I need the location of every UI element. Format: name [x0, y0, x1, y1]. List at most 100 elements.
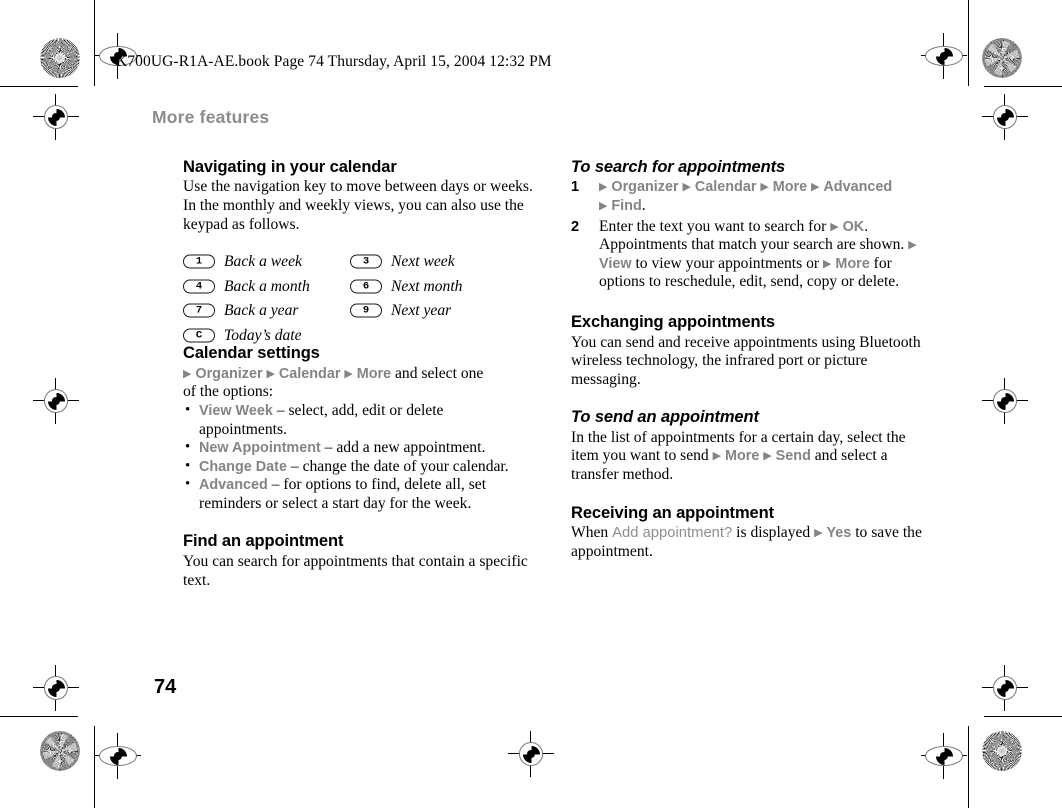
arrow-icon: ▶ [344, 367, 353, 380]
print-burst-target-bottom-left [40, 731, 80, 771]
arrow-icon: ▶ [712, 450, 722, 463]
registration-mark-bottom-left-lower [95, 733, 141, 779]
crosshair-dot [52, 397, 60, 405]
crosshair-dot [1001, 397, 1009, 405]
keypad-entry: C Today’s date [183, 327, 350, 345]
key-label: Next month [391, 277, 463, 295]
burst-core [997, 746, 1007, 756]
heading-exchanging-appointments: Exchanging appointments [571, 313, 775, 332]
menu-ref-yes: Yes [826, 525, 852, 541]
step-number: 2 [571, 218, 580, 235]
key-label: Today’s date [224, 326, 302, 344]
paragraph-to-send-appointment: In the list of appointments for a certai… [571, 429, 923, 485]
print-burst-target-bottom-right [982, 731, 1022, 771]
paragraph-navigating-calendar: Use the navigation key to move between d… [183, 178, 533, 233]
table-row: C Today’s date [183, 324, 535, 349]
key-icon-3: 3 [350, 254, 382, 269]
crosshair-dot [1001, 113, 1009, 121]
step-text-c: to view your appointments or [631, 254, 823, 272]
menu-ref-view-week: View Week [199, 402, 273, 419]
arrow-icon: ▶ [682, 181, 691, 194]
option-description: – add a new appointment. [320, 439, 486, 457]
key-icon-c: C [183, 328, 215, 343]
menu-ref-find: Find [611, 198, 642, 215]
arrow-icon: ▶ [599, 200, 608, 213]
list-item: Advanced – for options to find, delete a… [183, 475, 535, 513]
arrow-icon: ▶ [908, 239, 917, 252]
key-icon-7: 7 [183, 303, 215, 318]
menu-ref-organizer: Organizer [611, 179, 679, 196]
paragraph-exchanging-appointments: You can send and receive appointments us… [571, 333, 921, 388]
device-prompt-add-appointment: Add appointment? [612, 525, 733, 541]
registration-mark-right-middle [982, 378, 1028, 424]
step-trailing-punctuation: . [641, 197, 646, 215]
menu-ref-advanced: Advanced [199, 477, 268, 494]
trim-line-right-bottom [968, 726, 970, 808]
left-column: Navigating in your calendar Use the navi… [183, 158, 535, 590]
registration-mark-bottom-right-lower [921, 733, 967, 779]
keypad-shortcut-table: 1 Back a week 3 Next week 4 Back a month… [183, 250, 535, 348]
heading-find-appointment: Find an appointment [183, 532, 344, 551]
registration-mark-right-lower [982, 665, 1028, 711]
crosshair-dot [940, 52, 948, 60]
crosshair-dot [114, 752, 122, 760]
table-row: 4 Back a month 6 Next month [183, 275, 535, 300]
trim-line-bottom-left [0, 716, 78, 718]
print-burst-target-top-left [40, 38, 80, 78]
crosshair-dot [1001, 684, 1009, 692]
list-item: 1 ▶ Organizer ▶ Calendar ▶ More ▶ Advanc… [571, 178, 923, 215]
arrow-icon: ▶ [814, 527, 823, 539]
key-label: Back a month [224, 277, 310, 295]
key-label: Next year [391, 302, 452, 320]
paragraph-find-appointment: You can search for appointments that con… [183, 552, 528, 589]
running-header: K700UG-R1A-AE.book Page 74 Thursday, Apr… [116, 53, 552, 70]
page-number: 74 [154, 676, 177, 698]
table-row: 7 Back a year 9 Next year [183, 299, 535, 324]
arrow-icon: ▶ [599, 181, 608, 194]
registration-mark-bottom-center [508, 731, 554, 777]
registration-mark-left-lower [33, 665, 79, 711]
crosshair-dot [52, 113, 60, 121]
keypad-entry: 9 Next year [350, 302, 535, 320]
chapter-title: More features [152, 107, 270, 127]
step-number: 1 [571, 179, 580, 196]
registration-mark-left-upper [33, 94, 79, 140]
burst-core [43, 734, 77, 768]
path-tail-text: and select one [391, 364, 484, 382]
menu-ref-calendar: Calendar [278, 365, 341, 382]
key-label: Back a year [224, 302, 299, 320]
registration-mark-left-middle [33, 378, 79, 424]
key-icon-9: 9 [350, 303, 382, 318]
heading-to-send-appointment: To send an appointment [571, 408, 759, 427]
registration-mark-top-right-upper [921, 33, 967, 79]
menu-ref-more: More [772, 179, 808, 196]
menu-ref-ok: OK [842, 218, 865, 235]
menu-ref-change-date: Change Date [199, 458, 287, 475]
keypad-entry: 3 Next week [350, 253, 535, 271]
arrow-icon: ▶ [763, 450, 772, 463]
menu-ref-send: Send [775, 448, 811, 465]
menu-ref-advanced: Advanced [823, 179, 893, 196]
trim-line-bottom-right [984, 716, 1062, 718]
arrow-icon: ▶ [822, 257, 832, 270]
arrow-icon: ▶ [183, 367, 192, 380]
crosshair-dot [527, 750, 535, 758]
list-item: New Appointment – add a new appointment. [183, 438, 535, 458]
heading-navigating-calendar: Navigating in your calendar [183, 158, 397, 176]
menu-ref-new-appointment: New Appointment [199, 440, 321, 457]
option-description: – change the date of your calendar. [286, 457, 509, 475]
crosshair-dot [940, 752, 948, 760]
trim-line-top-left [0, 86, 78, 88]
heading-to-search-appointments: To search for appointments [571, 158, 786, 176]
menu-ref-calendar: Calendar [694, 179, 757, 196]
list-item: 2 Enter the text you want to search for ▶… [571, 218, 923, 292]
burst-core [55, 53, 65, 63]
keypad-entry: 7 Back a year [183, 302, 350, 320]
menu-ref-more: More [356, 365, 392, 382]
burst-core [985, 41, 1019, 75]
paragraph-calendar-settings-path: ▶ Organizer ▶ Calendar ▶ More and select… [183, 365, 535, 402]
step-text-a: Enter the text you want to search for [599, 217, 831, 235]
